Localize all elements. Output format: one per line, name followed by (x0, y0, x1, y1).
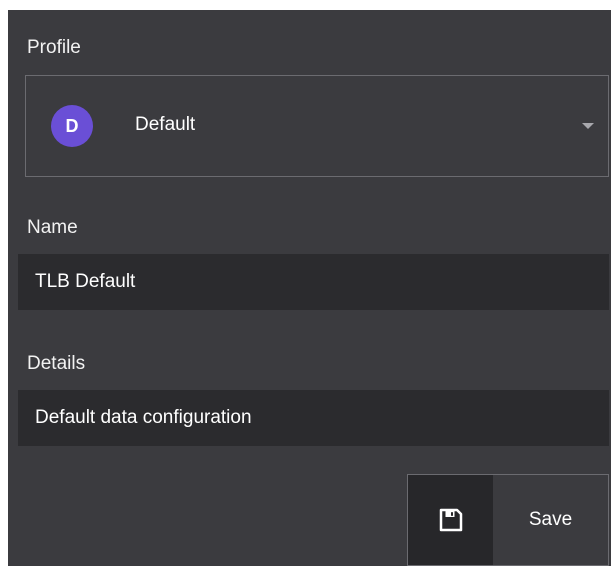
profile-dropdown[interactable]: D Default (25, 75, 609, 177)
caret-down-icon[interactable] (582, 123, 594, 129)
save-icon-container (408, 475, 493, 565)
profile-editor-panel: Profile D Default Name Details Save (8, 10, 611, 566)
details-label: Details (27, 353, 86, 374)
profile-label: Profile (27, 37, 81, 58)
name-field[interactable] (18, 254, 609, 310)
save-button-label: Save (528, 509, 573, 530)
details-field[interactable] (18, 390, 609, 446)
save-button[interactable]: Save (407, 474, 609, 566)
floppy-disk-icon (439, 508, 462, 532)
name-label: Name (27, 217, 78, 238)
avatar: D (51, 105, 93, 147)
profile-selected-name: Default (135, 114, 196, 135)
